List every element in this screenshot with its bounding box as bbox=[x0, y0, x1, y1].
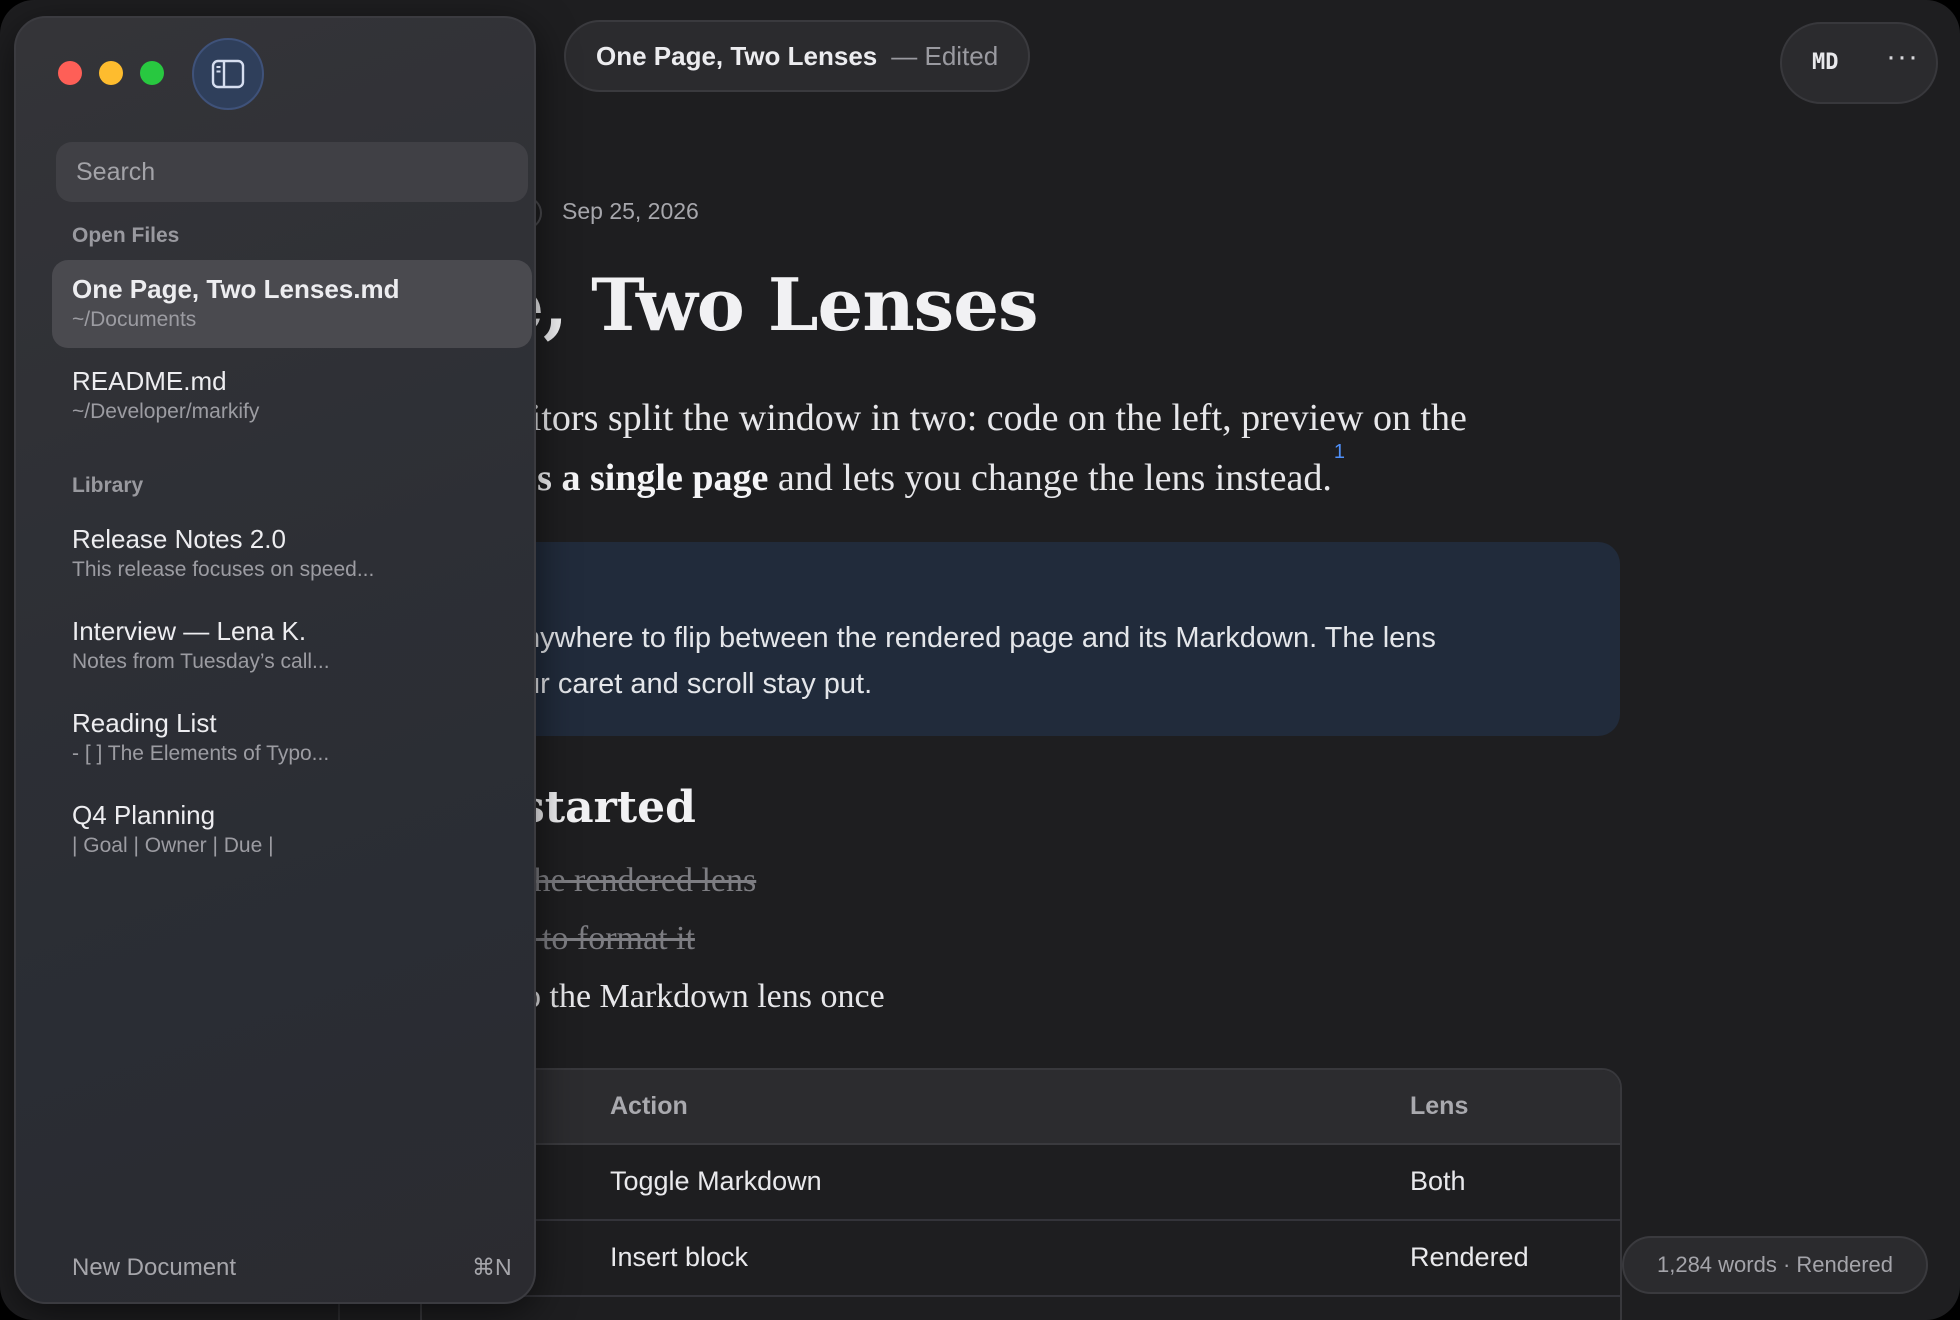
shortcuts-table: Action Lens Toggle Markdown Both Insert … bbox=[420, 1068, 1622, 1320]
edited-status: — Edited bbox=[891, 40, 999, 71]
file-item-one-page-two-lenses[interactable]: One Page, Two Lenses.md ~/Documents bbox=[52, 260, 532, 348]
paragraph-line-1[interactable]: own editors split the window in two: cod… bbox=[420, 396, 1650, 440]
note-preview: - [ ] The Elements of Typo... bbox=[72, 742, 330, 765]
task-item[interactable]: o the Markdown lens once bbox=[524, 978, 885, 1016]
document-title-pill[interactable]: One Page, Two Lenses — Edited bbox=[564, 20, 1031, 92]
library-item-release-notes[interactable]: Release Notes 2.0 This release focuses o… bbox=[52, 510, 532, 598]
paragraph-text: own editors split the window in two: cod… bbox=[420, 397, 1467, 439]
file-item-readme[interactable]: README.md ~/Developer/markify bbox=[52, 352, 532, 440]
paragraph-text: and lets you change the lens instead. bbox=[768, 457, 1332, 499]
document-date: Sep 25, 2026 bbox=[562, 198, 699, 224]
table-cell: Rendered bbox=[1410, 1242, 1529, 1272]
note-preview: | Goal | Owner | Due | bbox=[72, 834, 274, 857]
paragraph-line-2[interactable]: fy keeps a single page and lets you chan… bbox=[420, 441, 1650, 500]
table-header: Action Lens bbox=[422, 1070, 1620, 1145]
window-title: One Page, Two Lenses bbox=[596, 40, 878, 71]
note-preview: Notes from Tuesday’s call... bbox=[72, 650, 330, 673]
note-title: Q4 Planning bbox=[72, 800, 216, 830]
section-label-library: Library bbox=[72, 474, 144, 497]
markdown-lens-toggle[interactable]: MD bbox=[1812, 50, 1839, 75]
note-title: Interview — Lena K. bbox=[72, 616, 307, 646]
search-input[interactable]: Search bbox=[56, 142, 528, 202]
close-window-button[interactable] bbox=[58, 61, 82, 85]
task-item[interactable]: t to format it bbox=[524, 920, 695, 958]
file-title: README.md bbox=[72, 366, 227, 396]
table-row[interactable]: Toggle Markdown Both bbox=[422, 1145, 1620, 1221]
note-title: Reading List bbox=[72, 708, 217, 738]
sidebar-toggle-button[interactable] bbox=[192, 38, 264, 110]
table-cell: Insert block bbox=[610, 1242, 749, 1272]
section-heading[interactable]: started bbox=[520, 782, 696, 833]
new-document-shortcut: ⌘N bbox=[472, 1254, 512, 1280]
app-window: Sep 25, 2026 Page, Two Lenses own editor… bbox=[0, 0, 1960, 1320]
table-cell: Toggle Markdown bbox=[610, 1166, 822, 1196]
table-cell: Both bbox=[1410, 1166, 1466, 1196]
file-path: ~/Developer/markify bbox=[72, 400, 260, 423]
file-title: One Page, Two Lenses.md bbox=[72, 274, 400, 304]
note-title: Release Notes 2.0 bbox=[72, 524, 286, 554]
minimize-window-button[interactable] bbox=[99, 61, 123, 85]
library-item-reading-list[interactable]: Reading List - [ ] The Elements of Typo.… bbox=[52, 694, 532, 782]
callout-text-line-1: nywhere to flip between the rendered pag… bbox=[524, 622, 1436, 654]
more-icon[interactable]: ··· bbox=[1886, 40, 1919, 74]
sidebar-toggle-icon bbox=[211, 59, 245, 89]
toolbar-pill: MD ··· bbox=[1780, 22, 1938, 104]
library-item-q4-planning[interactable]: Q4 Planning | Goal | Owner | Due | bbox=[52, 786, 532, 874]
footnote-link[interactable]: 1 bbox=[1334, 441, 1345, 463]
note-preview: This release focuses on speed... bbox=[72, 558, 375, 581]
zoom-window-button[interactable] bbox=[140, 61, 164, 85]
callout-text-line-2: ur caret and scroll stay put. bbox=[524, 668, 873, 700]
task-item[interactable]: the rendered lens bbox=[524, 862, 756, 900]
file-path: ~/Documents bbox=[72, 308, 197, 331]
column-header-action: Action bbox=[610, 1092, 688, 1120]
word-count-status: 1,284 words · Rendered bbox=[1622, 1236, 1928, 1294]
table-row[interactable]: Insert block Rendered bbox=[422, 1221, 1620, 1297]
new-document-button[interactable]: New Document bbox=[72, 1254, 236, 1282]
column-header-lens: Lens bbox=[1410, 1092, 1469, 1120]
sidebar: Search Open Files One Page, Two Lenses.m… bbox=[14, 16, 536, 1304]
section-label-open-files: Open Files bbox=[72, 224, 180, 247]
library-item-interview[interactable]: Interview — Lena K. Notes from Tuesday’s… bbox=[52, 602, 532, 690]
